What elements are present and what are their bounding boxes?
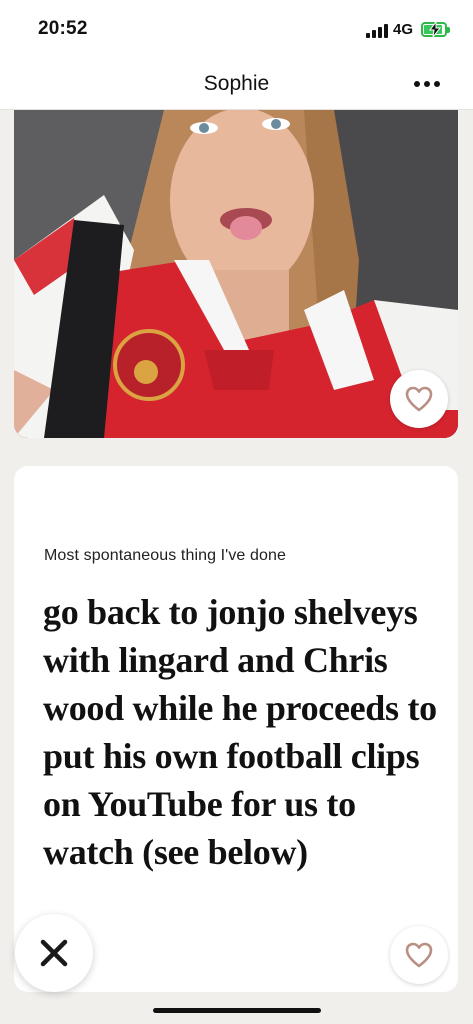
skip-button[interactable] bbox=[15, 914, 93, 992]
profile-name: Sophie bbox=[203, 72, 270, 95]
like-photo-button[interactable] bbox=[390, 370, 448, 428]
battery-icon bbox=[421, 22, 450, 37]
home-indicator bbox=[153, 1008, 321, 1013]
prompt-card: Most spontaneous thing I've done go back… bbox=[14, 466, 458, 992]
prompt-question: Most spontaneous thing I've done bbox=[44, 547, 286, 564]
cell-signal-icon bbox=[366, 24, 388, 38]
prompt-answer: go back to jonjo shelveys with lingard a… bbox=[43, 592, 437, 872]
status-bar: 20:52 4G bbox=[0, 0, 473, 60]
profile-photo bbox=[14, 110, 458, 438]
profile-header: Sophie bbox=[0, 60, 473, 110]
close-x-icon bbox=[40, 939, 68, 967]
more-options-icon[interactable] bbox=[414, 81, 440, 89]
network-type: 4G bbox=[393, 21, 414, 38]
like-prompt-button[interactable] bbox=[390, 926, 448, 984]
charging-bolt-icon bbox=[429, 22, 442, 37]
heart-outline-icon bbox=[405, 386, 433, 412]
status-time: 20:52 bbox=[38, 18, 88, 39]
heart-outline-icon bbox=[405, 942, 433, 968]
